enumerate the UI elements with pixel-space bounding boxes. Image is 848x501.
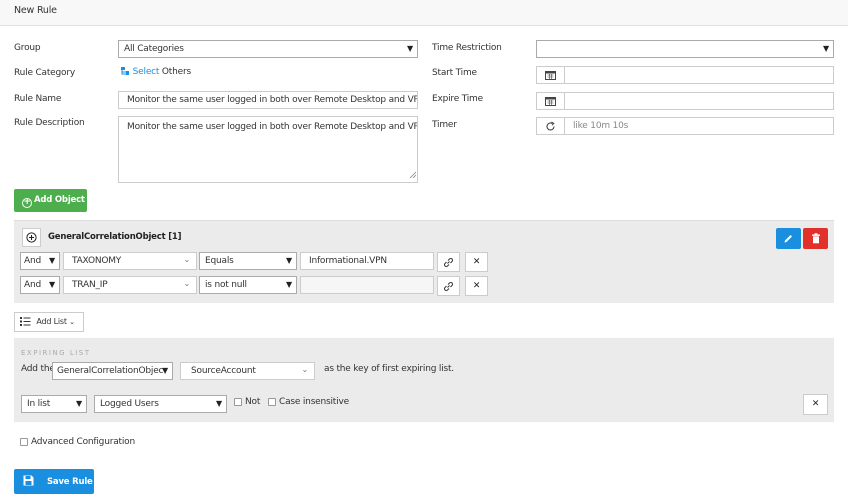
logic-value: And [24,280,41,290]
calendar-icon[interactable] [536,92,565,110]
caret-down-icon: ▼ [286,256,292,265]
edit-button[interactable] [776,228,801,249]
trash-icon [812,233,820,244]
rule-category-label: Rule Category [14,68,75,78]
case-insensitive-checkbox[interactable] [268,398,276,406]
floppy-disk-icon [23,475,34,486]
in-list-select[interactable]: In list ▼ [21,395,87,413]
operator-value: is not null [205,280,247,290]
operator-select[interactable]: Equals ▼ [199,252,297,270]
expiring-object-value: GeneralCorrelationObjec [57,366,164,376]
list-name-value: Logged Users [100,399,159,409]
rule-description-textarea[interactable]: Monitor the same user logged in both ove… [118,116,418,183]
logic-select[interactable]: And ▼ [20,252,60,270]
logic-value: And [24,256,41,266]
close-icon: ✕ [472,281,481,291]
group-select[interactable]: All Categories ▼ [118,40,418,58]
field-select[interactable]: TAXONOMY ⌄ [63,252,197,270]
logic-select[interactable]: And ▼ [20,276,60,294]
save-rule-button[interactable]: Save Rule [14,469,94,494]
rule-description-label: Rule Description [14,118,85,128]
calendar-icon[interactable] [536,66,565,84]
plus-circle-icon [26,232,37,243]
chevron-down-icon: ⌄ [183,255,190,264]
timer-label: Timer [432,120,457,130]
link-icon [444,282,453,291]
collapse-toggle-button[interactable] [22,228,41,247]
remove-condition-button[interactable]: ✕ [465,252,488,272]
page-title: New Rule [14,5,57,16]
not-checkbox[interactable] [234,398,242,406]
list-icon [20,317,31,326]
expire-time-label: Expire Time [432,94,483,104]
advanced-configuration-label: Advanced Configuration [31,437,135,447]
correlation-object-panel: GeneralCorrelationObject [1] And ▼ TAXON… [14,220,834,303]
caret-down-icon: ▼ [286,280,292,289]
caret-down-icon: ▼ [162,366,168,375]
select-category-link[interactable]: Select [133,67,160,77]
group-label: Group [14,43,41,53]
save-rule-label: Save Rule [47,477,93,487]
key-suffix-text: as the key of first expiring list. [324,364,454,374]
expiring-list-panel: EXPIRING LIST Add the GeneralCorrelation… [14,338,834,422]
add-the-label: Add the [21,364,55,374]
chevron-down-icon: ⌄ [301,365,308,374]
rule-description-text: Monitor the same user logged in both ove… [127,122,418,132]
start-time-label: Start Time [432,68,477,78]
rule-category-value: Others [161,67,191,77]
chevron-down-icon: ⌄ [183,279,190,288]
time-restriction-select[interactable]: ▼ [536,40,834,58]
condition-value-input[interactable]: Informational.VPN [300,252,434,270]
page-header: New Rule [0,0,848,26]
operator-select[interactable]: is not null ▼ [199,276,297,294]
list-name-select[interactable]: Logged Users ▼ [94,395,227,413]
caret-down-icon: ▼ [76,399,82,408]
add-object-button[interactable]: + Add Object [14,189,87,212]
key-field-value: SourceAccount [191,366,256,376]
advanced-configuration-checkbox[interactable] [20,438,28,446]
expire-time-input[interactable] [564,92,834,110]
folder-tree-icon [119,66,130,79]
link-icon [444,258,453,267]
close-icon: ✕ [472,257,481,267]
remove-condition-button[interactable]: ✕ [465,276,488,296]
rule-name-label: Rule Name [14,94,62,104]
expiring-object-select[interactable]: GeneralCorrelationObjec ▼ [52,362,173,380]
plus-circle-icon: + [22,197,32,208]
caret-down-icon: ▼ [823,44,829,53]
case-insensitive-label: Case insensitive [279,397,349,407]
rule-category-picker: Select Others [119,66,191,79]
rule-name-input[interactable]: Monitor the same user logged in both ove… [118,91,418,109]
group-value: All Categories [124,44,184,54]
timer-input[interactable]: like 10m 10s [564,117,834,135]
link-button[interactable] [437,276,460,296]
pencil-icon [784,235,792,243]
caret-down-icon: ▼ [49,256,55,265]
operator-value: Equals [205,256,234,266]
field-select[interactable]: TRAN_IP ⌄ [63,276,197,294]
in-list-value: In list [27,399,51,409]
start-time-input[interactable] [564,66,834,84]
field-value: TAXONOMY [72,256,122,266]
key-field-select[interactable]: SourceAccount ⌄ [180,362,315,380]
link-button[interactable] [437,252,460,272]
add-object-label: Add Object [34,195,85,205]
field-value: TRAN_IP [72,280,108,290]
caret-down-icon: ▼ [216,399,222,408]
chevron-down-icon: ⌄ [69,318,75,326]
condition-value-input[interactable] [300,276,434,294]
add-list-button[interactable]: Add List ⌄ [14,312,84,332]
expiring-list-header: EXPIRING LIST [21,349,91,357]
correlation-object-title: GeneralCorrelationObject [1] [48,232,182,242]
caret-down-icon: ▼ [49,280,55,289]
remove-expiring-list-button[interactable]: ✕ [803,394,828,415]
time-restriction-label: Time Restriction [432,43,502,53]
add-list-label: Add List [36,317,67,326]
not-label: Not [245,397,261,407]
refresh-icon [536,117,565,135]
caret-down-icon: ▼ [407,44,413,53]
delete-button[interactable] [803,228,828,249]
resize-grip-icon [409,171,417,181]
close-icon: ✕ [811,399,820,409]
